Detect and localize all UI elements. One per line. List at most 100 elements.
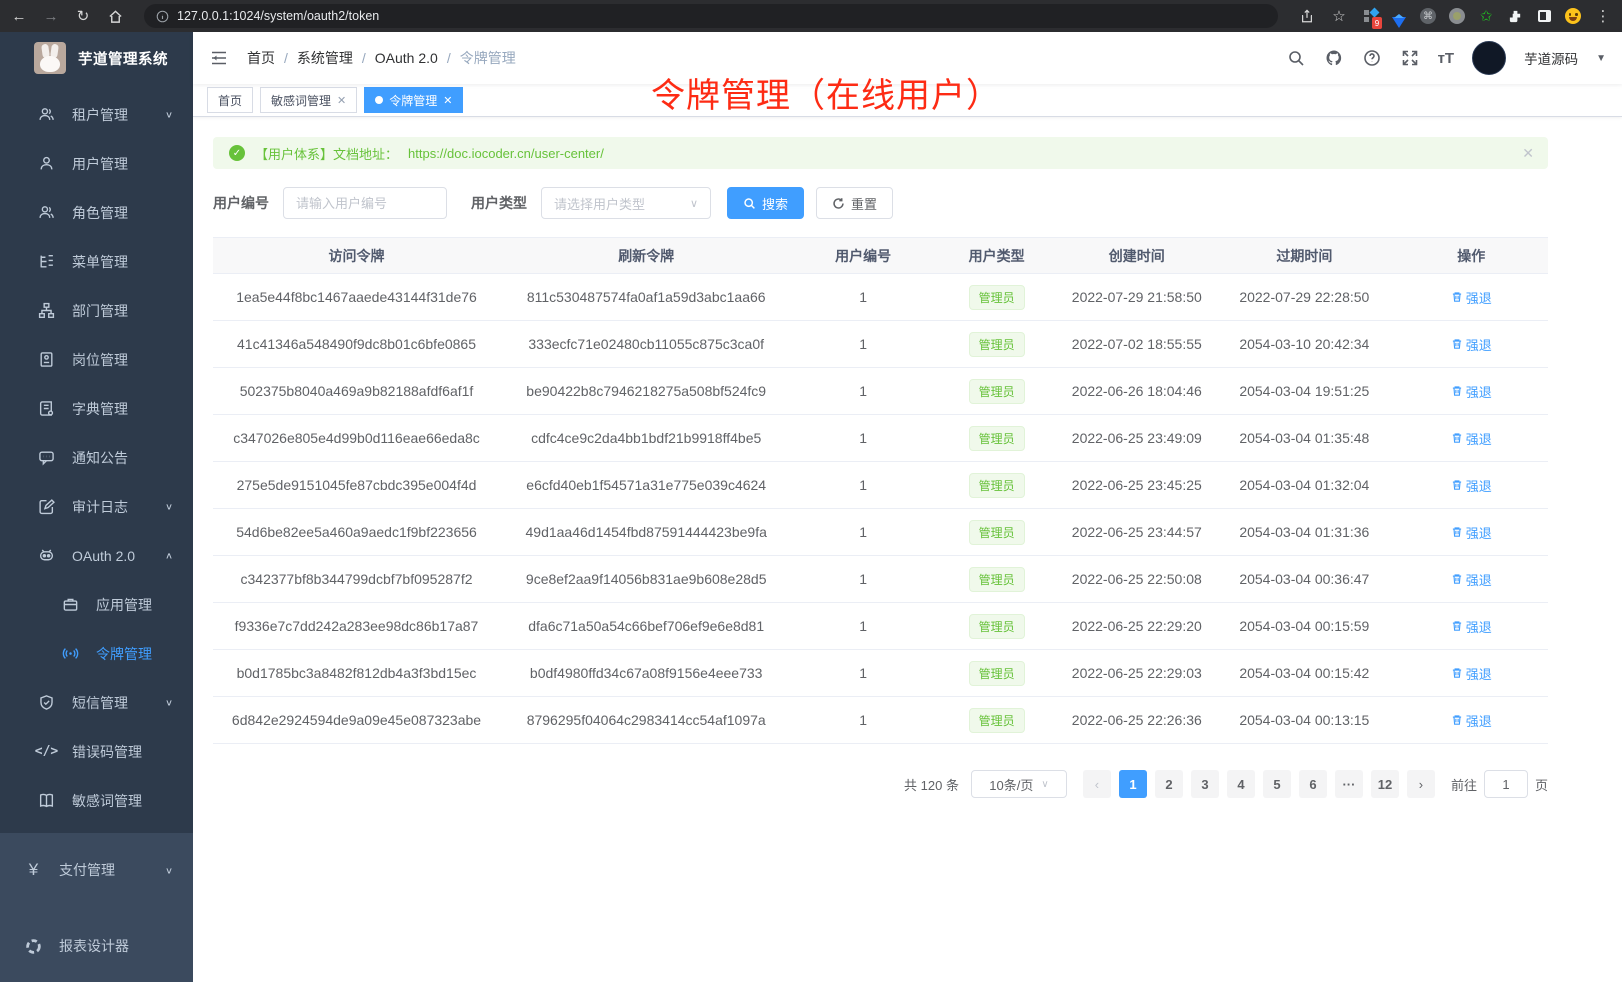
user-menu-caret-icon[interactable]: ▼ (1596, 53, 1606, 64)
page-button-5[interactable]: 5 (1263, 770, 1291, 798)
force-logout-button[interactable]: 强退 (1451, 288, 1492, 307)
forward-icon[interactable]: → (42, 7, 60, 25)
help-icon[interactable] (1362, 48, 1382, 68)
user-id-input[interactable] (283, 187, 447, 219)
reload-icon[interactable]: ↻ (74, 7, 92, 25)
force-logout-button[interactable]: 强退 (1451, 523, 1492, 542)
app-logo[interactable]: 芋道管理系统 (0, 32, 193, 84)
close-icon[interactable]: ✕ (337, 94, 346, 107)
sidebar-item-oauth-token[interactable]: 令牌管理 (0, 629, 193, 678)
table-row: b0d1785bc3a8482f812db4a3f3bd15ecb0df4980… (213, 650, 1548, 697)
force-logout-label: 强退 (1466, 335, 1492, 354)
shield-check-icon (38, 694, 55, 711)
user-type-select[interactable]: 请选择用户类型 ∨ (541, 187, 711, 219)
force-logout-button[interactable]: 强退 (1451, 335, 1492, 354)
refresh-token-cell: 8796295f04064c2983414cc54af1097a (500, 697, 792, 744)
fullscreen-icon[interactable] (1400, 48, 1420, 68)
back-icon[interactable]: ← (10, 7, 28, 25)
sidebar-item-post[interactable]: 岗位管理 (0, 335, 193, 384)
wallet-extension-icon[interactable]: 9 (1362, 8, 1378, 24)
page-button-6[interactable]: 6 (1299, 770, 1327, 798)
page-size-select[interactable]: 10条/页 ∨ (971, 770, 1067, 798)
sidebar-item-role[interactable]: 角色管理 (0, 188, 193, 237)
profile-avatar-icon[interactable] (1565, 8, 1581, 24)
tab-sensitive-words[interactable]: 敏感词管理 ✕ (260, 87, 357, 113)
breadcrumb-home[interactable]: 首页 (247, 48, 275, 68)
sidebar-item-report-designer[interactable]: 报表设计器 (0, 919, 193, 973)
avatar[interactable] (1472, 41, 1506, 75)
edit-log-icon (38, 498, 55, 515)
next-page-button[interactable]: › (1407, 770, 1435, 798)
sidebar-item-label: 通知公告 (72, 448, 128, 468)
page-button-4[interactable]: 4 (1227, 770, 1255, 798)
robot-icon (38, 547, 55, 564)
search-icon[interactable] (1286, 48, 1306, 68)
command-extension-icon[interactable]: ⌘ (1420, 8, 1436, 24)
star-extension-icon[interactable]: ✩ (1478, 8, 1494, 24)
page-button-12[interactable]: 12 (1371, 770, 1399, 798)
github-icon[interactable] (1324, 48, 1344, 68)
expire-time-cell: 2054-03-04 00:15:42 (1214, 650, 1394, 697)
admin-badge: 管理员 (969, 520, 1025, 545)
pagination: 共 120 条 10条/页 ∨ ‹ 1 2 3 4 5 6 ··· 12 › 前… (213, 770, 1548, 798)
collapse-menu-icon[interactable] (209, 48, 229, 68)
gem-extension-icon[interactable] (1391, 8, 1407, 24)
tab-home[interactable]: 首页 (207, 87, 253, 113)
force-logout-button[interactable]: 强退 (1451, 382, 1492, 401)
side-panel-icon[interactable] (1536, 8, 1552, 24)
reset-button[interactable]: 重置 (816, 187, 893, 219)
force-logout-button[interactable]: 强退 (1451, 570, 1492, 589)
recorder-extension-icon[interactable] (1449, 8, 1465, 24)
sidebar-item-user[interactable]: 用户管理 (0, 139, 193, 188)
force-logout-button[interactable]: 强退 (1451, 617, 1492, 636)
force-logout-label: 强退 (1466, 664, 1492, 683)
sidebar-item-dept[interactable]: 部门管理 (0, 286, 193, 335)
user-name[interactable]: 芋道源码 (1524, 48, 1578, 68)
force-logout-button[interactable]: 强退 (1451, 429, 1492, 448)
breadcrumb-system[interactable]: 系统管理 (297, 48, 353, 68)
refresh-token-cell: 9ce8ef2aa9f14056b831ae9b608e28d5 (500, 556, 792, 603)
font-size-icon[interactable]: тT (1438, 50, 1455, 67)
sidebar-item-sms[interactable]: 短信管理 ∨ (0, 678, 193, 727)
tab-token-management[interactable]: 令牌管理 ✕ (364, 87, 463, 113)
sidebar-item-dict[interactable]: 字典管理 (0, 384, 193, 433)
alert-close-icon[interactable]: ✕ (1522, 145, 1534, 162)
user-type-cell: 管理员 (934, 274, 1059, 321)
breadcrumb-oauth[interactable]: OAuth 2.0 (375, 50, 438, 66)
sidebar-item-oauth[interactable]: OAuth 2.0 ∧ (0, 531, 193, 580)
page-button-2[interactable]: 2 (1155, 770, 1183, 798)
select-placeholder: 请选择用户类型 (554, 194, 645, 213)
prev-page-button[interactable]: ‹ (1083, 770, 1111, 798)
force-logout-button[interactable]: 强退 (1451, 711, 1492, 730)
sidebar-item-oauth-app[interactable]: 应用管理 (0, 580, 193, 629)
sidebar-item-pay[interactable]: ¥ 支付管理 ∨ (0, 843, 193, 897)
access-token-cell: f9336e7c7dd242a283ee98dc86b17a87 (213, 603, 500, 650)
access-token-cell: b0d1785bc3a8482f812db4a3f3bd15ec (213, 650, 500, 697)
home-icon[interactable] (106, 7, 124, 25)
browser-menu-icon[interactable]: ⋮ (1594, 7, 1612, 25)
page-button-3[interactable]: 3 (1191, 770, 1219, 798)
close-icon[interactable]: ✕ (443, 94, 452, 107)
page-ellipsis[interactable]: ··· (1335, 770, 1363, 798)
bookmark-star-icon[interactable]: ☆ (1330, 7, 1348, 25)
force-logout-button[interactable]: 强退 (1451, 476, 1492, 495)
page-button-1[interactable]: 1 (1119, 770, 1147, 798)
refresh-token-cell: e6cfd40eb1f54571a31e775e039c4624 (500, 462, 792, 509)
sidebar-item-sensitive[interactable]: 敏感词管理 (0, 776, 193, 825)
sidebar-item-tenant[interactable]: 租户管理 ∨ (0, 90, 193, 139)
chevron-up-icon: ∧ (165, 550, 173, 560)
goto-page-input[interactable] (1484, 770, 1528, 798)
share-icon[interactable] (1298, 7, 1316, 25)
extensions-puzzle-icon[interactable] (1507, 8, 1523, 24)
url-bar[interactable]: 127.0.0.1:1024/system/oauth2/token (144, 4, 1278, 28)
sidebar-item-audit[interactable]: 审计日志 ∨ (0, 482, 193, 531)
user-type-cell: 管理员 (934, 368, 1059, 415)
sidebar-item-notice[interactable]: 通知公告 (0, 433, 193, 482)
page-info-icon[interactable] (156, 10, 169, 23)
search-button[interactable]: 搜索 (727, 187, 804, 219)
sidebar-item-menu[interactable]: 菜单管理 (0, 237, 193, 286)
alert-doc-link[interactable]: https://doc.iocoder.cn/user-center/ (408, 146, 604, 161)
sidebar-item-errorcode[interactable]: </> 错误码管理 (0, 727, 193, 776)
force-logout-button[interactable]: 强退 (1451, 664, 1492, 683)
created-time-cell: 2022-07-29 21:58:50 (1059, 274, 1214, 321)
